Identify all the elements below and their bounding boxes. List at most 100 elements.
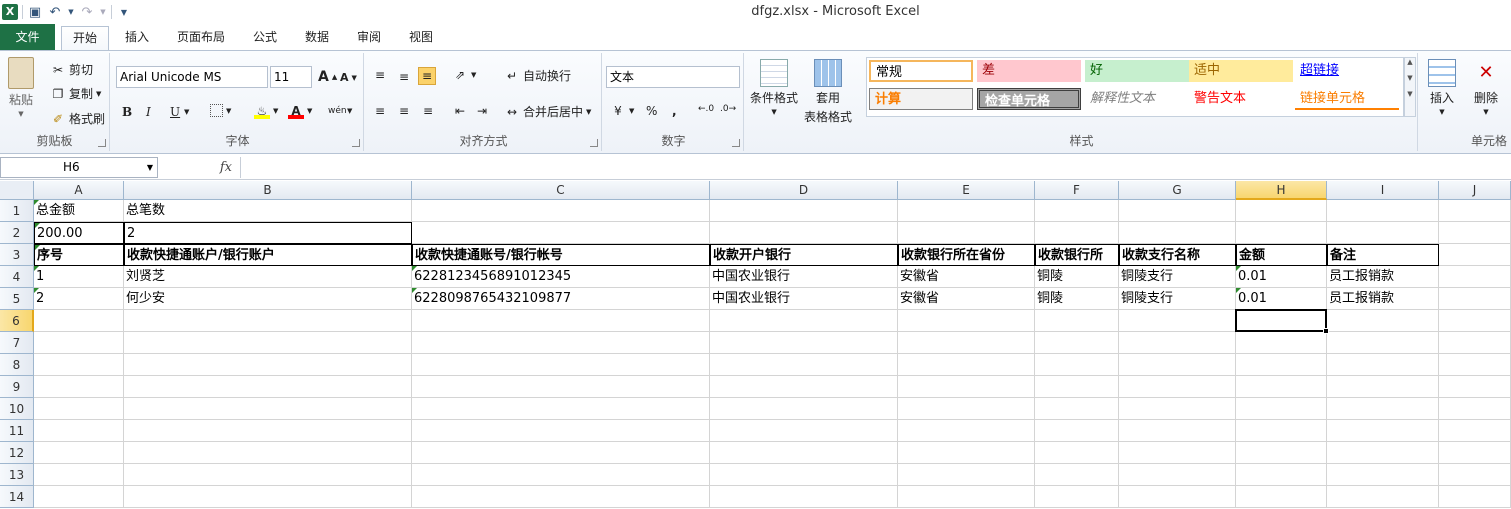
- cell-h4[interactable]: 0.01: [1236, 266, 1327, 288]
- column-header-a[interactable]: A: [34, 181, 124, 200]
- cell-e5[interactable]: 安徽省: [898, 288, 1035, 310]
- cell-a2[interactable]: 200.00: [34, 222, 124, 244]
- cell-a3[interactable]: 序号: [34, 244, 124, 266]
- grid-cell[interactable]: [898, 464, 1035, 486]
- cell-c5[interactable]: 6228098765432109877: [412, 288, 710, 310]
- insert-cells-button[interactable]: 插入 ▼: [1428, 59, 1456, 116]
- delete-cells-button[interactable]: ✕ 删除 ▼: [1472, 59, 1500, 116]
- grid-cell[interactable]: [1035, 222, 1119, 244]
- grid-cell[interactable]: [34, 486, 124, 508]
- grid-cell[interactable]: [412, 354, 710, 376]
- paste-button[interactable]: 粘贴 ▼: [8, 57, 34, 118]
- grid-cell[interactable]: [1327, 376, 1439, 398]
- font-launcher-icon[interactable]: [352, 139, 360, 147]
- grid-cell[interactable]: [898, 354, 1035, 376]
- scroll-up-icon[interactable]: ▲: [1405, 58, 1415, 66]
- grid-cell[interactable]: [34, 332, 124, 354]
- tab-view[interactable]: 视图: [400, 26, 442, 50]
- grid-cell[interactable]: [1439, 332, 1511, 354]
- align-top-button[interactable]: ≡: [372, 67, 388, 83]
- cut-button[interactable]: ✂ 剪切: [50, 61, 93, 78]
- align-bottom-button[interactable]: ≡: [418, 67, 436, 85]
- grid-cell[interactable]: [710, 486, 898, 508]
- row-header-5[interactable]: 5: [0, 288, 34, 310]
- column-header-i[interactable]: I: [1327, 181, 1439, 200]
- percent-button[interactable]: %: [646, 104, 657, 118]
- cell-c4[interactable]: 6228123456891012345: [412, 266, 710, 288]
- scroll-down-icon[interactable]: ▼: [1405, 74, 1415, 82]
- number-launcher-icon[interactable]: [732, 139, 740, 147]
- cell-b5[interactable]: 何少安: [124, 288, 412, 310]
- grid-cell[interactable]: [898, 376, 1035, 398]
- row-header-10[interactable]: 10: [0, 398, 34, 420]
- align-left-button[interactable]: ≡: [372, 103, 388, 119]
- name-box[interactable]: H6 ▼: [0, 157, 158, 178]
- grid-cell[interactable]: [34, 464, 124, 486]
- grid-cell[interactable]: [710, 442, 898, 464]
- grid-cell[interactable]: [1327, 464, 1439, 486]
- grid-cell[interactable]: [1439, 398, 1511, 420]
- formula-input[interactable]: [240, 157, 1511, 178]
- align-middle-button[interactable]: ≡: [396, 69, 412, 85]
- grid-cell[interactable]: [1236, 354, 1327, 376]
- cell-f3[interactable]: 收款银行所: [1035, 244, 1119, 266]
- column-header-c[interactable]: C: [412, 181, 710, 200]
- italic-button[interactable]: I: [146, 105, 151, 119]
- cell-i5[interactable]: 员工报销款: [1327, 288, 1439, 310]
- wrap-text-button[interactable]: ↵ 自动换行: [504, 67, 571, 84]
- cell-d5[interactable]: 中国农业银行: [710, 288, 898, 310]
- grid-cell[interactable]: [1119, 464, 1236, 486]
- tab-insert[interactable]: 插入: [114, 26, 160, 50]
- row-header-14[interactable]: 14: [0, 486, 34, 508]
- grid-cell[interactable]: [1236, 486, 1327, 508]
- cell-i3[interactable]: 备注: [1327, 244, 1439, 266]
- grid-cell[interactable]: [124, 354, 412, 376]
- font-size-select[interactable]: 11: [270, 66, 312, 88]
- grid-cell[interactable]: [124, 486, 412, 508]
- column-header-j[interactable]: J: [1439, 181, 1511, 200]
- row-header-4[interactable]: 4: [0, 266, 34, 288]
- cell-a1[interactable]: 总金额: [34, 200, 124, 222]
- grid-cell[interactable]: [1119, 310, 1236, 332]
- underline-dropdown-icon[interactable]: ▼: [184, 108, 189, 116]
- grid-cell[interactable]: [124, 310, 412, 332]
- cell-f5[interactable]: 铜陵: [1035, 288, 1119, 310]
- grid-cell[interactable]: [1236, 420, 1327, 442]
- shrink-font-button[interactable]: A ▼: [340, 71, 357, 84]
- font-name-select[interactable]: Arial Unicode MS: [116, 66, 268, 88]
- grid-cell[interactable]: [1119, 420, 1236, 442]
- grid-cell[interactable]: [1035, 332, 1119, 354]
- grid-cell[interactable]: [1035, 464, 1119, 486]
- cell-a4[interactable]: 1: [34, 266, 124, 288]
- grid-cell[interactable]: [1439, 442, 1511, 464]
- grid-cell[interactable]: [1439, 288, 1511, 310]
- grid-cell[interactable]: [898, 486, 1035, 508]
- cell-g3[interactable]: 收款支行名称: [1119, 244, 1236, 266]
- column-header-b[interactable]: B: [124, 181, 412, 200]
- decrease-decimal-button[interactable]: .0→: [720, 104, 736, 114]
- border-button[interactable]: ▼: [210, 104, 231, 117]
- fill-color-button[interactable]: ♨ ▼: [254, 103, 278, 119]
- grid-cell[interactable]: [412, 200, 710, 222]
- grid-cell[interactable]: [1035, 354, 1119, 376]
- tab-home[interactable]: 开始: [61, 26, 109, 51]
- row-header-3[interactable]: 3: [0, 244, 34, 266]
- cell-f4[interactable]: 铜陵: [1035, 266, 1119, 288]
- cell-e3[interactable]: 收款银行所在省份: [898, 244, 1035, 266]
- grid-cell[interactable]: [1236, 376, 1327, 398]
- column-header-g[interactable]: G: [1119, 181, 1236, 200]
- cell-c3[interactable]: 收款快捷通账号/银行帐号: [412, 244, 710, 266]
- grid-cell[interactable]: [1236, 398, 1327, 420]
- grid-cell[interactable]: [1439, 376, 1511, 398]
- grid-cell[interactable]: [124, 398, 412, 420]
- format-painter-button[interactable]: ✐ 格式刷: [50, 110, 105, 127]
- gallery-more-icon[interactable]: ▼: [1405, 90, 1415, 98]
- grid-cell[interactable]: [412, 376, 710, 398]
- cell-g4[interactable]: 铜陵支行: [1119, 266, 1236, 288]
- tab-review[interactable]: 审阅: [348, 26, 390, 50]
- grid-cell[interactable]: [1119, 332, 1236, 354]
- grid-cell[interactable]: [1439, 200, 1511, 222]
- grid-cell[interactable]: [412, 310, 710, 332]
- style-check-cell[interactable]: 检查单元格: [977, 88, 1081, 110]
- grid-cell[interactable]: [1035, 442, 1119, 464]
